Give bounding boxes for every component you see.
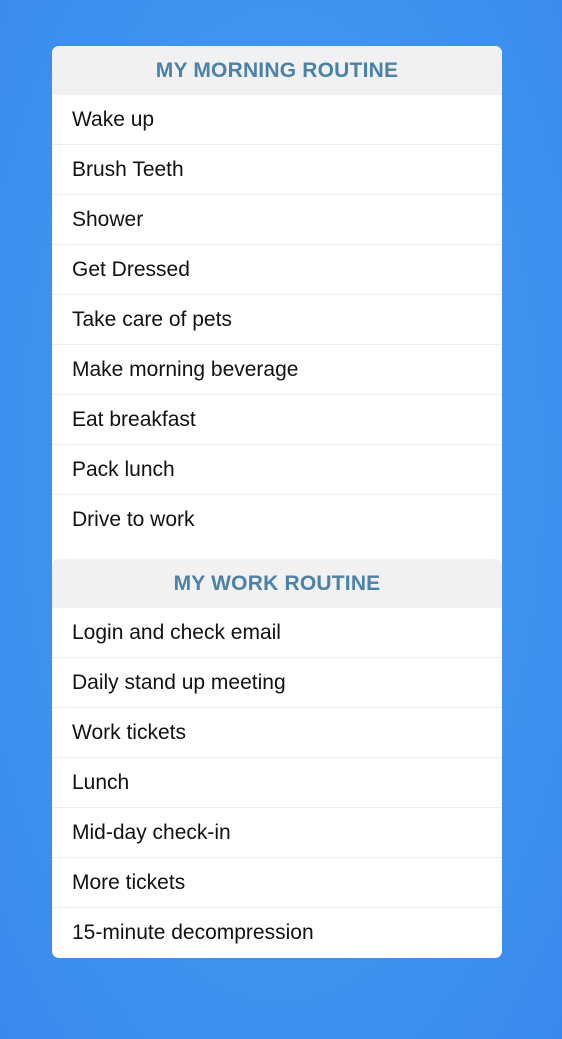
morning-routine-list: Wake up Brush Teeth Shower Get Dressed T… [52,95,502,544]
work-routine-header: MY WORK ROUTINE [52,559,502,608]
list-item[interactable]: Work tickets [52,708,502,758]
list-item[interactable]: Brush Teeth [52,145,502,195]
list-item[interactable]: Mid-day check-in [52,808,502,858]
work-routine-list: Login and check email Daily stand up mee… [52,608,502,957]
morning-routine-header: MY MORNING ROUTINE [52,46,502,95]
list-item[interactable]: Login and check email [52,608,502,658]
list-item[interactable]: More tickets [52,858,502,908]
list-item[interactable]: Drive to work [52,495,502,544]
list-item[interactable]: Eat breakfast [52,395,502,445]
list-item[interactable]: Wake up [52,95,502,145]
section-gap [52,544,502,559]
list-item[interactable]: Lunch [52,758,502,808]
list-item[interactable]: Make morning beverage [52,345,502,395]
routine-card: MY MORNING ROUTINE Wake up Brush Teeth S… [52,46,502,958]
list-item[interactable]: Daily stand up meeting [52,658,502,708]
list-item[interactable]: Shower [52,195,502,245]
list-item[interactable]: Get Dressed [52,245,502,295]
list-item[interactable]: Take care of pets [52,295,502,345]
list-item[interactable]: 15-minute decompression [52,908,502,957]
list-item[interactable]: Pack lunch [52,445,502,495]
